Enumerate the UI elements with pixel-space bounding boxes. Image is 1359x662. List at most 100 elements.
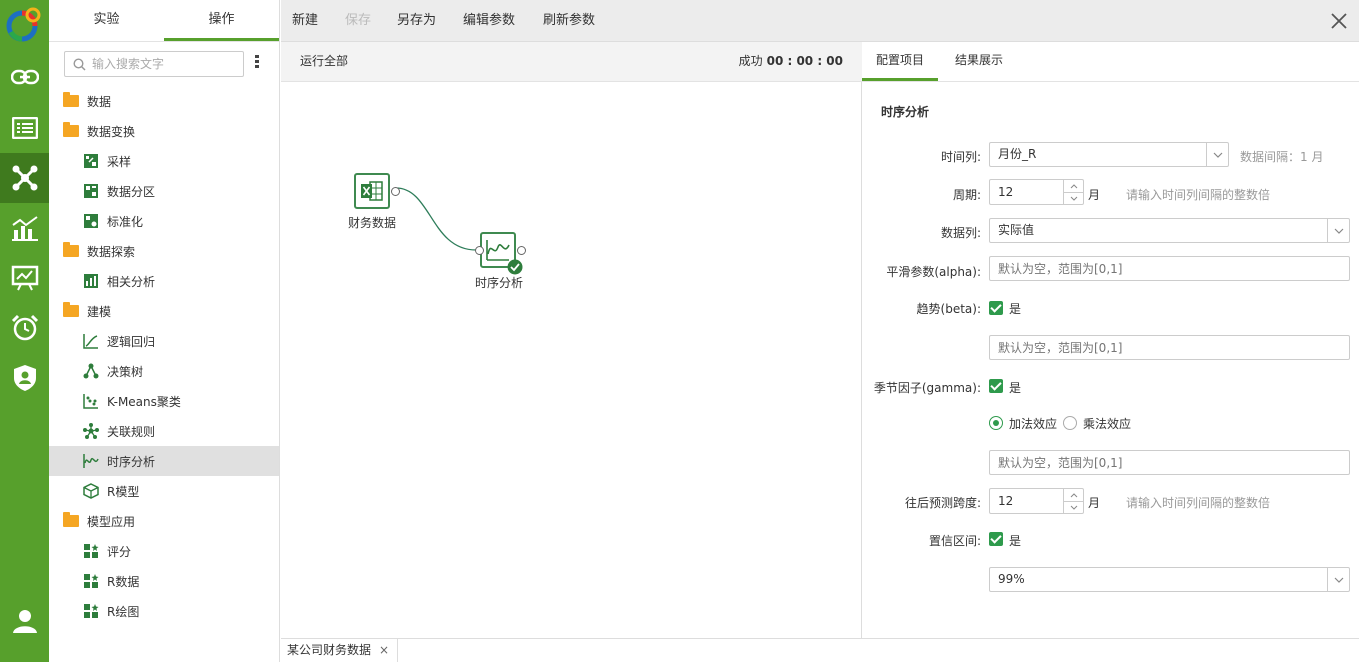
tree-item-correlation[interactable]: 相关分析 xyxy=(49,266,279,296)
regression-icon xyxy=(83,334,98,349)
r-model-icon xyxy=(83,483,99,499)
run-all-button[interactable]: 运行全部 xyxy=(300,42,348,81)
period-hint: 请输入时间列间隔的整数倍 xyxy=(1126,188,1271,202)
rail-experiment[interactable] xyxy=(0,153,49,203)
tree-node-label: 建模 xyxy=(87,304,112,319)
tree-item-association[interactable]: 关联规则 xyxy=(49,416,279,446)
rail-user[interactable] xyxy=(0,596,49,646)
confidence-checkbox[interactable] xyxy=(989,532,1003,546)
decision-tree-icon xyxy=(83,363,99,379)
search-input[interactable] xyxy=(92,57,232,71)
gamma-checkbox[interactable] xyxy=(989,379,1003,393)
gamma-input[interactable] xyxy=(989,450,1350,475)
rail-list[interactable] xyxy=(0,103,49,153)
tree-item-r-model[interactable]: R模型 xyxy=(49,476,279,506)
tab-results[interactable]: 结果展示 xyxy=(941,42,1017,78)
save-as-button[interactable]: 另存为 xyxy=(397,0,436,42)
tree-folder-explore[interactable]: 数据探索 xyxy=(49,236,279,266)
rail-dashboard[interactable] xyxy=(0,253,49,303)
tree-node-label: 数据探索 xyxy=(87,244,136,259)
tree-node-label: 逻辑回归 xyxy=(107,334,156,349)
tree-item-decision-tree[interactable]: 决策树 xyxy=(49,356,279,386)
section-title: 时序分析 xyxy=(881,105,930,119)
normalize-icon xyxy=(84,214,98,228)
beta-checkbox[interactable] xyxy=(989,301,1003,315)
forecast-stepper[interactable]: 12 xyxy=(989,488,1084,514)
stepper-up-icon[interactable] xyxy=(1064,180,1083,192)
tree-item-sample[interactable]: 采样 xyxy=(49,146,279,176)
workflow-canvas[interactable]: 财务数据 时序分析 xyxy=(281,82,862,638)
forecast-value: 12 xyxy=(998,494,1014,508)
close-icon[interactable]: × xyxy=(379,639,389,662)
workflow-node-label: 财务数据 xyxy=(348,216,397,230)
edit-params-button[interactable]: 编辑参数 xyxy=(463,0,515,42)
app-logo xyxy=(6,7,41,42)
search-box xyxy=(64,51,244,77)
tree-node-label: 数据 xyxy=(87,94,112,109)
folder-open-icon xyxy=(63,302,79,317)
tree-item-kmeans[interactable]: K-Means聚类 xyxy=(49,386,279,416)
additive-radio[interactable] xyxy=(989,416,1003,430)
tree-folder-data[interactable]: 数据 xyxy=(49,86,279,116)
output-port[interactable] xyxy=(517,246,526,255)
tree-item-r-plot[interactable]: R绘图 xyxy=(49,596,279,626)
period-value: 12 xyxy=(998,185,1014,199)
run-status: 成功 00 : 00 : 00 xyxy=(739,42,843,81)
stepper-down-icon[interactable] xyxy=(1064,192,1083,204)
tab-experiment[interactable]: 实验 xyxy=(49,0,164,41)
time-column-value: 月份_R xyxy=(998,147,1037,161)
period-stepper[interactable]: 12 xyxy=(989,179,1084,205)
close-icon[interactable] xyxy=(1329,11,1349,31)
tree-folder-transform[interactable]: 数据变换 xyxy=(49,116,279,146)
period-label: 周期: xyxy=(952,188,981,202)
tree-item-r-data[interactable]: R数据 xyxy=(49,566,279,596)
tree-item-partition[interactable]: 数据分区 xyxy=(49,176,279,206)
gamma-label: 季节因子(gamma): xyxy=(873,381,981,395)
tree-folder-apply[interactable]: 模型应用 xyxy=(49,506,279,536)
new-button[interactable]: 新建 xyxy=(292,0,318,42)
shield-user-icon xyxy=(13,365,36,391)
stepper-down-icon[interactable] xyxy=(1064,501,1083,513)
workflow-node-timeseries[interactable] xyxy=(475,232,526,275)
list-icon xyxy=(11,117,38,139)
tree-item-score[interactable]: 评分 xyxy=(49,536,279,566)
more-options-icon[interactable] xyxy=(254,55,260,73)
rail-security[interactable] xyxy=(0,353,49,403)
status-label: 成功 xyxy=(738,54,763,68)
grid-icon xyxy=(84,544,99,558)
stepper-up-icon[interactable] xyxy=(1064,489,1083,501)
output-port[interactable] xyxy=(391,187,400,196)
time-column-select[interactable]: 月份_R xyxy=(989,142,1229,167)
tree-item-timeseries[interactable]: 时序分析 xyxy=(49,446,279,476)
multiplicative-radio[interactable] xyxy=(1063,416,1077,430)
tree-node-label: 决策树 xyxy=(107,364,144,379)
rail-schedule[interactable] xyxy=(0,303,49,353)
chevron-down-icon xyxy=(1327,568,1349,591)
folder-icon xyxy=(63,92,79,107)
tab-operations[interactable]: 操作 xyxy=(164,0,279,41)
status-time: 00 : 00 : 00 xyxy=(766,54,843,68)
alarm-clock-icon xyxy=(11,314,38,341)
save-button[interactable]: 保存 xyxy=(345,0,371,42)
gamma-checkbox-label: 是 xyxy=(1009,381,1022,395)
confidence-value: 99% xyxy=(998,572,1025,586)
data-column-select[interactable]: 实际值 xyxy=(989,218,1350,243)
tree-node-label: 时序分析 xyxy=(107,454,156,469)
tree-item-logistic[interactable]: 逻辑回归 xyxy=(49,326,279,356)
tree-item-normalize[interactable]: 标准化 xyxy=(49,206,279,236)
rail-analysis[interactable] xyxy=(0,203,49,253)
tree-node-label: K-Means聚类 xyxy=(107,394,181,409)
chevron-down-icon xyxy=(1327,219,1349,242)
tab-config[interactable]: 配置项目 xyxy=(862,42,939,81)
refresh-params-button[interactable]: 刷新参数 xyxy=(543,0,595,42)
beta-input[interactable] xyxy=(989,335,1350,360)
workflow-node-finance-data[interactable] xyxy=(354,173,400,209)
search-icon xyxy=(73,57,86,71)
document-tab[interactable]: 某公司财务数据 × xyxy=(281,639,398,662)
confidence-select[interactable]: 99% xyxy=(989,567,1350,592)
tree-folder-modeling[interactable]: 建模 xyxy=(49,296,279,326)
rail-link[interactable] xyxy=(0,52,49,102)
alpha-input[interactable] xyxy=(989,256,1350,281)
tree-node-label: R绘图 xyxy=(107,604,140,619)
data-column-value: 实际值 xyxy=(998,223,1035,237)
